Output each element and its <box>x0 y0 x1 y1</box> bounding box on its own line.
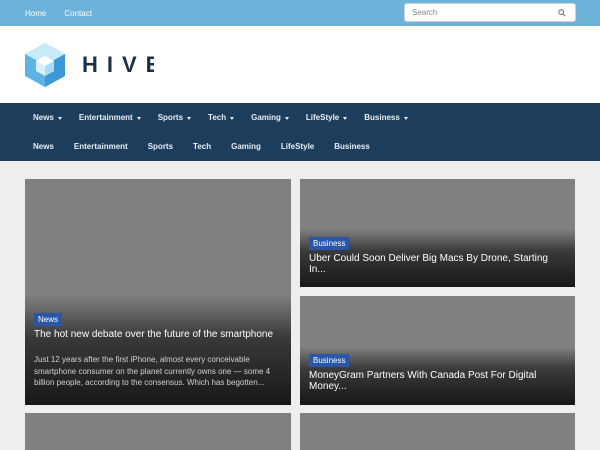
menu-label: LifeStyle <box>305 113 340 122</box>
chevron-down-icon <box>284 116 289 120</box>
site-header: HIVE <box>0 26 600 103</box>
menu-sports[interactable]: Sports <box>157 113 192 122</box>
post-card[interactable] <box>25 413 291 450</box>
search-box <box>404 3 576 22</box>
side-post-2[interactable]: Business MoneyGram Partners With Canada … <box>300 296 575 405</box>
menu-tech[interactable]: Tech <box>208 113 235 122</box>
top-links: Home Contact <box>25 0 92 26</box>
post-excerpt: Just 12 years after the first iPhone, al… <box>34 355 271 387</box>
chevron-down-icon <box>57 116 62 120</box>
menu-label: Sports <box>157 113 184 122</box>
submenu-entertainment[interactable]: Entertainment <box>74 142 128 151</box>
menu-label: Tech <box>208 113 227 122</box>
main-nav: News Entertainment Sports Tech Gaming Li… <box>0 103 600 161</box>
contact-link[interactable]: Contact <box>64 9 92 18</box>
category-badge[interactable]: Business <box>309 237 350 250</box>
side-post-1[interactable]: Business Uber Could Soon Deliver Big Mac… <box>300 179 575 287</box>
submenu-gaming[interactable]: Gaming <box>231 142 261 151</box>
chevron-down-icon <box>187 116 192 120</box>
submenu-sports[interactable]: Sports <box>148 142 173 151</box>
menu-news[interactable]: News <box>33 113 62 122</box>
logo-text: HIVE <box>82 53 154 75</box>
search-input[interactable] <box>405 4 545 21</box>
menu-label: Gaming <box>251 113 281 122</box>
chevron-down-icon <box>230 116 235 120</box>
home-link[interactable]: Home <box>25 9 46 18</box>
submenu-tech[interactable]: Tech <box>193 142 211 151</box>
image-overlay <box>25 295 291 405</box>
chevron-down-icon <box>403 116 408 120</box>
chevron-down-icon <box>136 116 141 120</box>
category-badge[interactable]: News <box>34 313 63 326</box>
search-button[interactable] <box>549 4 575 21</box>
submenu-business[interactable]: Business <box>334 142 370 151</box>
submenu-news[interactable]: News <box>33 142 54 151</box>
search-icon <box>558 8 566 17</box>
menu-business[interactable]: Business <box>364 113 408 122</box>
featured-post[interactable]: News The hot new debate over the future … <box>25 179 291 405</box>
hive-logo-icon[interactable] <box>23 42 67 88</box>
menu-label: Entertainment <box>78 113 133 122</box>
secondary-menu: News Entertainment Sports Tech Gaming Li… <box>33 132 390 161</box>
menu-lifestyle[interactable]: LifeStyle <box>305 113 348 122</box>
logo-wordmark[interactable]: HIVE <box>82 53 154 75</box>
submenu-lifestyle[interactable]: LifeStyle <box>281 142 314 151</box>
primary-menu: News Entertainment Sports Tech Gaming Li… <box>33 103 425 132</box>
post-title[interactable]: The hot new debate over the future of th… <box>34 329 274 340</box>
post-title[interactable]: MoneyGram Partners With Canada Post For … <box>309 370 567 392</box>
top-bar: Home Contact <box>0 0 600 26</box>
menu-entertainment[interactable]: Entertainment <box>79 113 141 122</box>
menu-label: Business <box>364 113 400 122</box>
post-card[interactable] <box>300 413 575 450</box>
menu-gaming[interactable]: Gaming <box>251 113 289 122</box>
chevron-down-icon <box>343 116 348 120</box>
category-badge[interactable]: Business <box>309 354 350 367</box>
menu-label: News <box>33 113 54 122</box>
post-title[interactable]: Uber Could Soon Deliver Big Macs By Dron… <box>309 253 567 275</box>
